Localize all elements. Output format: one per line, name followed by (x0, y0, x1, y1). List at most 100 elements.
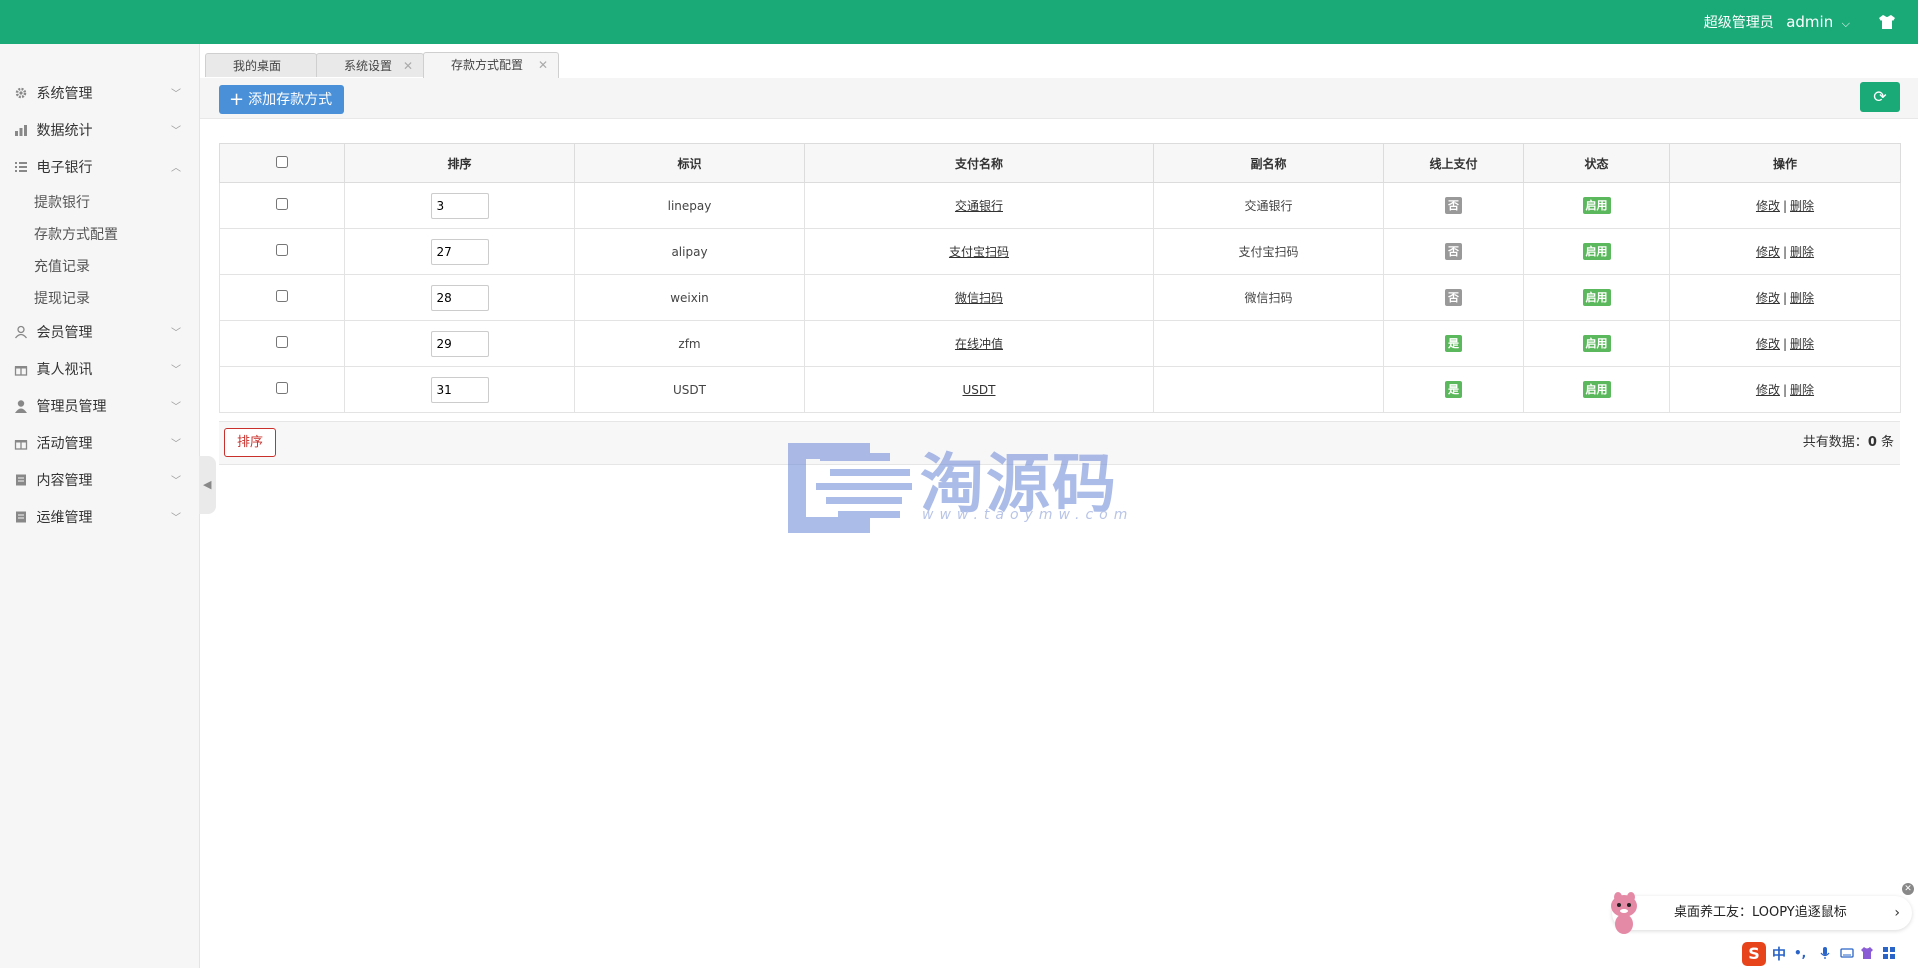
add-deposit-method-button[interactable]: + 添加存款方式 (219, 85, 345, 114)
column-header[interactable]: 线上支付 (1383, 143, 1524, 183)
close-icon[interactable]: ✕ (403, 54, 413, 78)
sidebar-item-stats[interactable]: 数据统计 ﹀ (0, 113, 199, 150)
payment-name-link[interactable]: USDT (963, 383, 996, 397)
column-header[interactable]: 副名称 (1153, 143, 1384, 183)
status-badge[interactable]: 启用 (1582, 335, 1611, 352)
online-badge: 是 (1445, 381, 1462, 398)
ime-punctuation-toggle[interactable]: •, (1794, 946, 1806, 960)
sogou-logo-icon[interactable]: S (1742, 942, 1766, 966)
status-badge[interactable]: 启用 (1582, 197, 1611, 214)
grid-menu-icon[interactable] (1882, 946, 1896, 960)
sidebar-item-members[interactable]: 会员管理 ﹀ (0, 315, 199, 352)
sidebar-collapse-button[interactable]: ◀ (199, 456, 216, 514)
payment-name-link[interactable]: 在线冲值 (955, 337, 1003, 351)
edit-link[interactable]: 修改 (1756, 337, 1780, 351)
sort-order-input[interactable] (430, 192, 489, 219)
sort-button[interactable]: 排序 (224, 428, 276, 457)
bar-chart-icon (15, 124, 27, 136)
row-checkbox[interactable] (276, 290, 288, 302)
sidebar-subitem-withdraw-bank[interactable]: 提款银行 (0, 187, 199, 219)
document-icon (16, 511, 26, 522)
tab-system-settings[interactable]: 系统设置 ✕ (316, 53, 424, 77)
row-checkbox[interactable] (276, 382, 288, 394)
row-checkbox[interactable] (276, 336, 288, 348)
sidebar-item-label: 管理员管理 (36, 399, 107, 415)
total-suffix: 条 (1876, 435, 1894, 450)
user-role: 超级管理员 (1703, 15, 1774, 31)
tab-deposit-config[interactable]: 存款方式配置 ✕ (423, 52, 559, 78)
sort-order-input[interactable] (430, 238, 489, 265)
delete-link[interactable]: 删除 (1790, 245, 1814, 259)
online-cell: 否 (1383, 182, 1524, 229)
column-header[interactable]: 排序 (344, 143, 575, 183)
skin-icon[interactable] (1878, 14, 1896, 30)
tab-desktop[interactable]: 我的桌面 (205, 53, 317, 77)
add-button-label: 添加存款方式 (248, 92, 333, 108)
notice-close-button[interactable]: ✕ (1902, 883, 1914, 895)
select-all-checkbox[interactable] (276, 155, 288, 168)
payment-name-link[interactable]: 支付宝扫码 (949, 245, 1009, 259)
sort-cell (344, 182, 575, 229)
delete-link[interactable]: 删除 (1790, 199, 1814, 213)
table-row: alipay 支付宝扫码 支付宝扫码 否 启用 修改|删除 (219, 228, 1901, 275)
code-cell: linepay (574, 182, 805, 229)
status-badge[interactable]: 启用 (1582, 289, 1611, 306)
delete-link[interactable]: 删除 (1790, 291, 1814, 305)
skin-shirt-icon[interactable] (1860, 946, 1874, 960)
column-header[interactable]: 状态 (1523, 143, 1670, 183)
sidebar-subitem-recharge-records[interactable]: 充值记录 (0, 251, 199, 283)
payment-name-link[interactable]: 交通银行 (955, 199, 1003, 213)
row-select-cell (219, 182, 345, 229)
chevron-down-icon: ﹀ (171, 126, 181, 137)
sidebar-subitem-deposit-config[interactable]: 存款方式配置 (0, 219, 199, 251)
ops-separator: | (1782, 383, 1788, 397)
edit-link[interactable]: 修改 (1756, 383, 1780, 397)
microphone-icon[interactable] (1818, 946, 1832, 960)
ime-toolbar: S 中 •, (1742, 942, 1918, 968)
gear-icon (15, 87, 27, 98)
row-checkbox[interactable] (276, 244, 288, 256)
status-cell: 启用 (1523, 274, 1670, 321)
user-menu[interactable]: 超级管理员 admin ⌵ (1704, 0, 1850, 44)
sidebar-item-system[interactable]: 系统管理 ﹀ (0, 76, 199, 113)
chevron-up-icon: ︿ (171, 163, 181, 174)
keyboard-icon[interactable] (1840, 946, 1854, 960)
ime-language-toggle[interactable]: 中 (1772, 944, 1786, 964)
status-badge[interactable]: 启用 (1582, 243, 1611, 260)
sort-cell (344, 228, 575, 275)
column-header[interactable]: 标识 (574, 143, 805, 183)
edit-link[interactable]: 修改 (1756, 245, 1780, 259)
notice-text: 桌面养工友：LOOPY追逐鼠标 (1674, 905, 1847, 920)
edit-link[interactable]: 修改 (1756, 199, 1780, 213)
status-badge[interactable]: 启用 (1582, 381, 1611, 398)
chevron-right-icon[interactable]: › (1894, 896, 1900, 930)
column-header[interactable]: 支付名称 (804, 143, 1154, 183)
sidebar-item-label: 系统管理 (36, 86, 93, 102)
sidebar-subitem-withdraw-records[interactable]: 提现记录 (0, 283, 199, 315)
edit-link[interactable]: 修改 (1756, 291, 1780, 305)
sidebar-item-label: 活动管理 (36, 436, 93, 452)
refresh-button[interactable]: ⟳ (1860, 82, 1900, 112)
tab-bar: 我的桌面 系统设置 ✕ 存款方式配置 ✕ (200, 44, 1918, 79)
delete-link[interactable]: 删除 (1790, 383, 1814, 397)
sort-order-input[interactable] (430, 330, 489, 357)
sidebar-item-content[interactable]: 内容管理 ﹀ (0, 463, 199, 500)
desktop-pet-notice[interactable]: 桌面养工友：LOOPY追逐鼠标 › (1611, 892, 1912, 934)
sort-order-input[interactable] (430, 284, 489, 311)
sort-cell (344, 320, 575, 367)
row-checkbox[interactable] (276, 198, 288, 210)
sort-cell (344, 274, 575, 321)
sidebar-item-ebank[interactable]: 电子银行 ︿ (0, 150, 199, 187)
name-cell: 支付宝扫码 (804, 228, 1154, 275)
payment-name-link[interactable]: 微信扫码 (955, 291, 1003, 305)
sidebar-item-activities[interactable]: 活动管理 ﹀ (0, 426, 199, 463)
close-icon[interactable]: ✕ (538, 53, 548, 77)
alias-cell: 微信扫码 (1153, 274, 1384, 321)
sidebar-item-admins[interactable]: 管理员管理 ﹀ (0, 389, 199, 426)
delete-link[interactable]: 删除 (1790, 337, 1814, 351)
ops-cell: 修改 | 删除 (1669, 228, 1901, 275)
sidebar-item-ops[interactable]: 运维管理 ﹀ (0, 500, 199, 537)
tab-label: 系统设置 (344, 59, 393, 73)
sort-order-input[interactable] (430, 376, 489, 403)
sidebar-item-live-video[interactable]: 真人视讯 ﹀ (0, 352, 199, 389)
